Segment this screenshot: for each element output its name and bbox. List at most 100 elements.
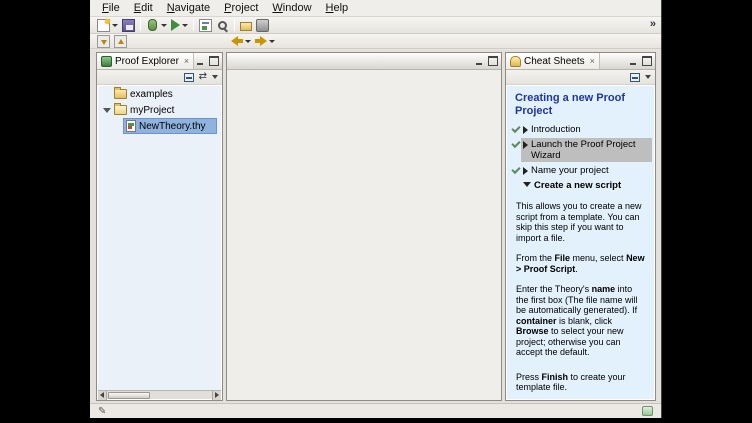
horizontal-scrollbar[interactable] bbox=[98, 390, 221, 399]
explorer-tabstrip: Proof Explorer × bbox=[97, 53, 222, 70]
toolbar-separator bbox=[193, 19, 194, 31]
paragraph: Press Finish to create your template fil… bbox=[516, 372, 645, 393]
maximize-icon[interactable] bbox=[208, 56, 219, 66]
chevron-right-icon[interactable] bbox=[523, 141, 528, 149]
maximize-icon[interactable] bbox=[641, 56, 652, 66]
open-folder-button[interactable] bbox=[238, 18, 254, 33]
menu-edit[interactable]: Edit bbox=[127, 1, 160, 15]
chevron-down-icon[interactable] bbox=[112, 24, 118, 27]
editor-tabstrip bbox=[227, 53, 501, 70]
next-annotation-icon bbox=[97, 35, 110, 48]
check-icon bbox=[511, 123, 521, 134]
cheat-sheet-content: Creating a new Proof Project Introductio… bbox=[507, 86, 654, 399]
forward-button[interactable] bbox=[253, 34, 277, 49]
external-tools-button[interactable] bbox=[254, 18, 271, 33]
menu-navigate[interactable]: Navigate bbox=[160, 1, 217, 15]
toolbar-separator bbox=[234, 19, 235, 31]
menu-project[interactable]: Project bbox=[217, 1, 265, 15]
minimize-icon[interactable] bbox=[194, 56, 205, 66]
tree-item-myproject[interactable]: myProject bbox=[98, 102, 221, 118]
paragraph: From the File menu, select New > Proof S… bbox=[516, 253, 645, 274]
previous-annotation-icon bbox=[114, 35, 127, 48]
menu-help[interactable]: Help bbox=[319, 1, 356, 15]
back-button[interactable] bbox=[229, 34, 253, 49]
scrollbar-thumb[interactable] bbox=[108, 392, 150, 399]
cheat-steps: Introduction Launch the Proof Project Wi… bbox=[507, 122, 654, 197]
save-button[interactable] bbox=[120, 18, 137, 33]
menu-window[interactable]: Window bbox=[265, 1, 318, 15]
proof-explorer-icon bbox=[101, 56, 112, 67]
scroll-right-icon[interactable] bbox=[212, 391, 221, 400]
step-name-project[interactable]: Name your project bbox=[507, 163, 654, 178]
search-button[interactable] bbox=[214, 18, 231, 33]
expander-slot[interactable] bbox=[102, 108, 112, 113]
new-wizard-icon bbox=[97, 19, 110, 32]
new-wizard-button[interactable] bbox=[95, 18, 120, 33]
tree-item-label: NewTheory.thy bbox=[139, 121, 206, 132]
step-create-script[interactable]: Create a new script bbox=[507, 178, 654, 193]
new-theory-icon bbox=[199, 19, 212, 32]
previous-annotation-button[interactable] bbox=[112, 34, 129, 49]
main-toolbar: » bbox=[90, 17, 661, 34]
close-icon[interactable]: × bbox=[184, 56, 189, 66]
cheat-step-description: This allows you to create a new script f… bbox=[507, 197, 654, 399]
chevron-expanded-icon bbox=[103, 108, 111, 113]
chevron-down-icon[interactable] bbox=[161, 24, 167, 27]
menubar: File Edit Navigate Project Window Help bbox=[90, 0, 661, 17]
external-tools-icon bbox=[256, 19, 269, 32]
application-window: File Edit Navigate Project Window Help bbox=[90, 0, 662, 418]
cheat-sheets-view: Cheat Sheets × Creating a new Proof Proj… bbox=[505, 52, 656, 401]
tree-item-newtheory[interactable]: NewTheory.thy bbox=[98, 118, 221, 134]
view-menu-icon[interactable] bbox=[645, 75, 651, 79]
new-theory-button[interactable] bbox=[197, 18, 214, 33]
cheat-sheet-title: Creating a new Proof Project bbox=[507, 86, 654, 122]
chevron-down-icon[interactable] bbox=[523, 182, 531, 187]
debug-icon bbox=[148, 19, 157, 31]
proof-explorer-view: Proof Explorer × ⇄ examples bbox=[96, 52, 223, 401]
chevron-right-icon[interactable] bbox=[523, 126, 528, 134]
chevron-down-icon[interactable] bbox=[269, 40, 275, 43]
tab-cheat-sheets[interactable]: Cheat Sheets × bbox=[506, 53, 600, 69]
link-with-editor-icon[interactable]: ⇄ bbox=[199, 72, 207, 82]
tab-label: Cheat Sheets bbox=[524, 56, 585, 67]
minimize-icon[interactable] bbox=[473, 56, 484, 66]
cheats-tabstrip: Cheat Sheets × bbox=[506, 53, 655, 70]
tab-proof-explorer[interactable]: Proof Explorer × bbox=[97, 53, 194, 69]
debug-button[interactable] bbox=[144, 18, 169, 33]
workbench-area: Proof Explorer × ⇄ examples bbox=[90, 50, 661, 403]
scroll-left-icon[interactable] bbox=[98, 391, 107, 400]
status-right-icon[interactable] bbox=[642, 406, 653, 416]
tree-item-label: examples bbox=[130, 89, 173, 100]
view-menu-icon[interactable] bbox=[212, 75, 218, 79]
tree-item-examples[interactable]: examples bbox=[98, 86, 221, 102]
chevron-down-icon[interactable] bbox=[245, 40, 251, 43]
statusbar: ✎ bbox=[90, 403, 661, 418]
chevron-right-icon[interactable] bbox=[523, 167, 528, 175]
pencil-icon: ✎ bbox=[98, 406, 106, 417]
project-tree: examples myProject NewTheory.thy bbox=[98, 86, 221, 390]
secondary-toolbar bbox=[90, 34, 661, 49]
empty-editor-area[interactable] bbox=[228, 70, 500, 399]
open-folder-icon bbox=[114, 105, 127, 115]
close-icon[interactable]: × bbox=[590, 56, 595, 66]
paragraph: Enter the Theory's name into the first b… bbox=[516, 284, 645, 358]
minimize-icon[interactable] bbox=[627, 56, 638, 66]
next-annotation-button[interactable] bbox=[95, 34, 112, 49]
chevron-down-icon[interactable] bbox=[182, 24, 188, 27]
step-label: Create a new script bbox=[534, 180, 621, 191]
run-button[interactable] bbox=[169, 18, 190, 33]
step-label: Introduction bbox=[531, 124, 581, 135]
toolbar-separator bbox=[140, 19, 141, 31]
collapse-all-icon[interactable] bbox=[184, 73, 194, 82]
search-icon bbox=[218, 21, 227, 30]
editor-area bbox=[226, 52, 502, 401]
back-icon bbox=[231, 35, 243, 48]
toolbar-overflow-chevron[interactable]: » bbox=[650, 18, 656, 30]
collapse-all-icon[interactable] bbox=[630, 73, 640, 82]
paragraph: This allows you to create a new script f… bbox=[516, 201, 645, 243]
step-introduction[interactable]: Introduction bbox=[507, 122, 654, 137]
menu-file[interactable]: File bbox=[95, 1, 127, 15]
maximize-icon[interactable] bbox=[487, 56, 498, 66]
closed-folder-icon bbox=[114, 89, 127, 99]
step-launch-wizard[interactable]: Launch the Proof Project Wizard bbox=[507, 137, 654, 163]
